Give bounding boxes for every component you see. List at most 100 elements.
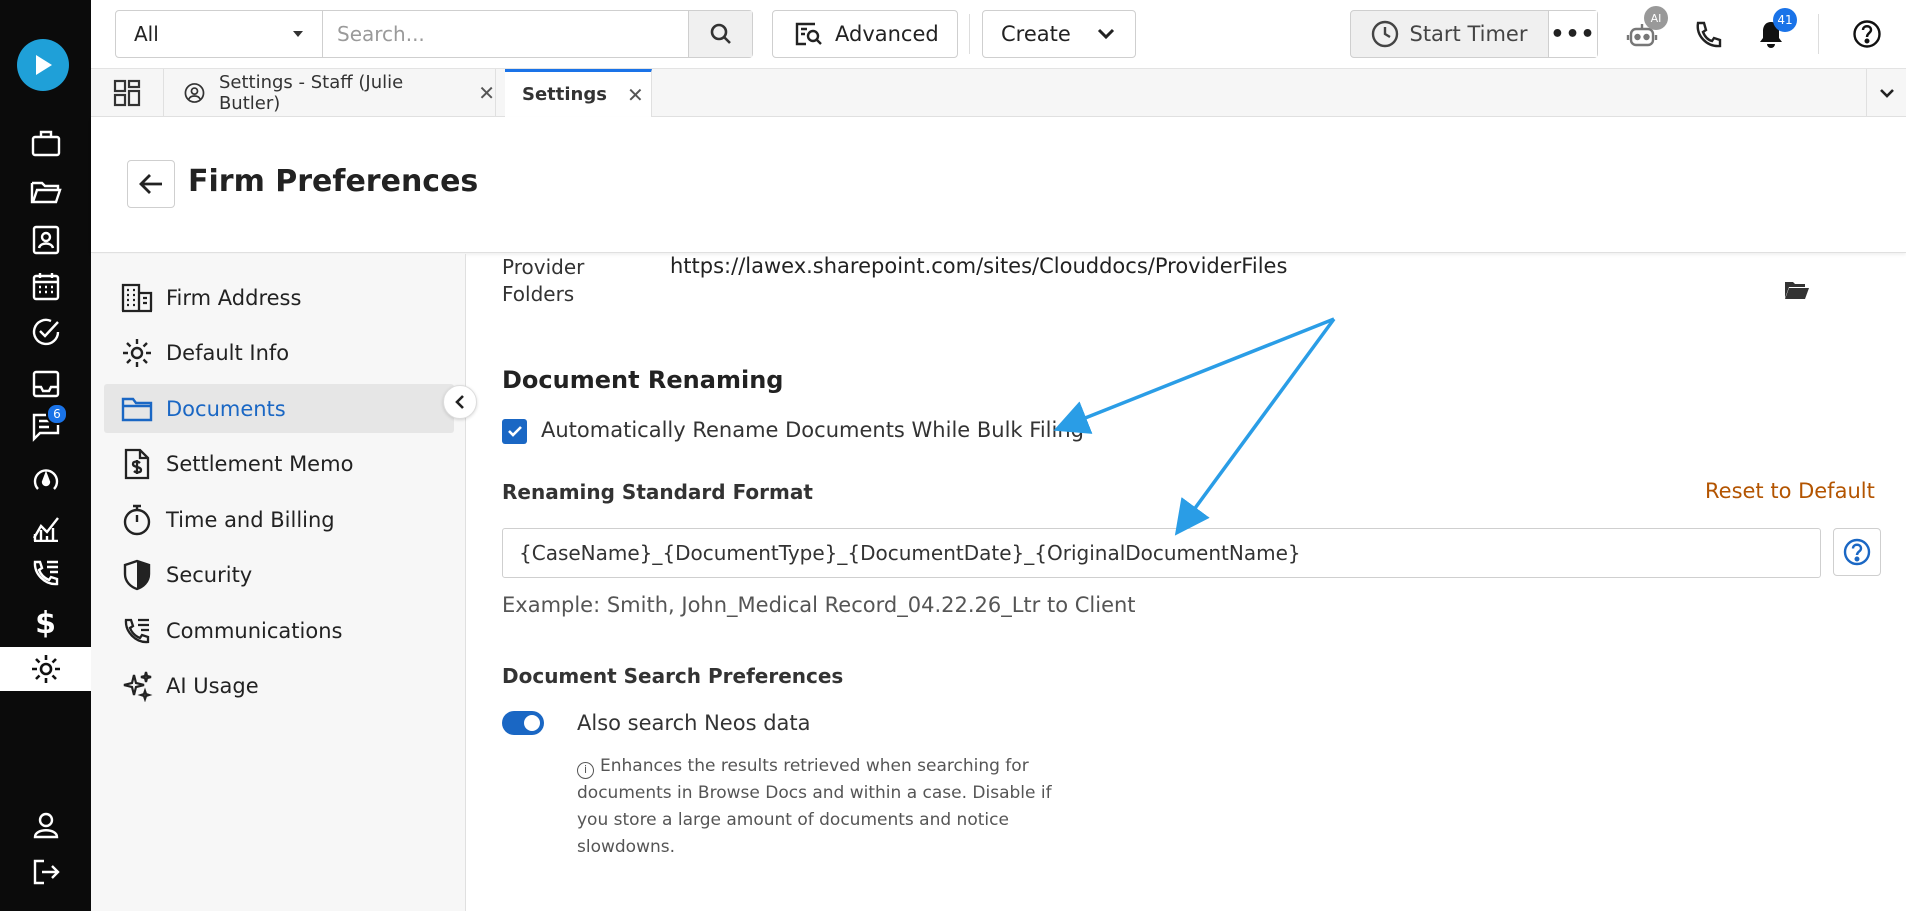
phone-list-icon — [124, 618, 150, 643]
sidenav-item-label: Communications — [166, 618, 343, 643]
caret-down-icon — [293, 31, 303, 37]
create-button[interactable]: Create — [982, 10, 1136, 58]
logout-icon — [33, 859, 60, 885]
left-rail: 6 $ — [0, 0, 91, 911]
rail-settings-button[interactable] — [0, 647, 91, 691]
advanced-search-button[interactable]: Advanced — [772, 10, 958, 58]
global-search: All — [115, 10, 753, 58]
toolbar-divider — [969, 14, 970, 54]
tab-staff-settings[interactable]: Settings - Staff (Julie Butler) ✕ — [164, 69, 496, 117]
ai-assistant-button[interactable]: AI — [1622, 6, 1668, 54]
renaming-format-heading: Renaming Standard Format — [502, 480, 813, 504]
sparkles-icon — [123, 671, 153, 702]
calendar-icon — [32, 273, 59, 301]
sidenav-item-label: Default Info — [166, 340, 290, 365]
toolbar-divider — [1818, 14, 1819, 54]
search-button[interactable] — [688, 11, 752, 57]
tab-label: Settings - Staff (Julie Butler) — [218, 72, 404, 114]
renaming-format-input[interactable] — [502, 528, 1821, 578]
reset-to-default-link[interactable]: Reset to Default — [1705, 479, 1875, 503]
rail-call-log-button[interactable] — [0, 551, 91, 595]
stopwatch-icon — [123, 504, 151, 535]
neos-search-toggle[interactable] — [502, 711, 544, 735]
sidenav-item-label: Settlement Memo — [166, 451, 354, 476]
provider-label-line: Folders — [502, 282, 575, 306]
tab-label: Settings — [522, 84, 607, 105]
rail-documents-button[interactable] — [0, 170, 91, 214]
rail-profile-button[interactable] — [0, 803, 91, 847]
provider-folders-label: Provider Folders — [502, 254, 584, 308]
dollar-icon: $ — [35, 605, 56, 641]
tab-settings[interactable]: Settings ✕ — [505, 69, 652, 117]
neos-help-note: i Enhances the results retrieved when sea… — [577, 753, 1057, 861]
sidenav-item-communications[interactable]: Communications — [104, 606, 454, 655]
rail-contacts-button[interactable] — [0, 218, 91, 262]
chevron-left-icon — [455, 395, 464, 409]
rail-logout-button[interactable] — [0, 850, 91, 894]
tabs-overflow-button[interactable] — [1866, 69, 1906, 117]
advanced-search-icon — [795, 22, 822, 46]
close-icon[interactable]: ✕ — [478, 81, 495, 105]
top-bar: All Advanced Create Start Timer ••• — [91, 0, 1906, 69]
sidenav-item-documents[interactable]: Documents — [104, 384, 454, 433]
timer-group: Start Timer ••• — [1350, 10, 1598, 58]
sidenav-item-label: Security — [166, 562, 253, 587]
back-button[interactable] — [127, 160, 175, 208]
folder-icon — [121, 397, 153, 421]
help-circle-icon — [1853, 20, 1881, 48]
sidenav-item-security[interactable]: Security — [104, 550, 454, 599]
tab-grid-button[interactable] — [91, 69, 164, 117]
auto-rename-checkbox[interactable] — [502, 419, 527, 444]
checkmark-icon — [507, 426, 522, 437]
app-logo-button[interactable] — [17, 39, 69, 91]
document-renaming-heading: Document Renaming — [502, 366, 784, 394]
settings-sidenav: Firm Address Default Info Documents Sett… — [91, 254, 466, 911]
browse-folder-button[interactable] — [1784, 280, 1810, 304]
search-scope-select[interactable]: All — [116, 11, 323, 57]
rail-inbox-button[interactable] — [0, 362, 91, 406]
chevron-down-icon — [1879, 89, 1894, 98]
rail-reports-button[interactable] — [0, 506, 91, 550]
notifications-badge: 41 — [1773, 8, 1797, 32]
collapse-sidenav-button[interactable] — [443, 385, 477, 419]
arrow-left-icon — [139, 174, 162, 194]
page-title: Firm Preferences — [188, 164, 479, 199]
sidenav-item-ai-usage[interactable]: AI Usage — [104, 661, 454, 710]
sidenav-item-firm-address[interactable]: Firm Address — [104, 273, 454, 322]
start-timer-button[interactable]: Start Timer — [1351, 11, 1549, 57]
play-icon — [36, 55, 52, 75]
timer-more-button[interactable]: ••• — [1549, 11, 1597, 57]
rail-cases-button[interactable] — [0, 121, 91, 165]
format-example-text: Example: Smith, John_Medical Record_04.2… — [502, 593, 1136, 617]
sidenav-item-default-info[interactable]: Default Info — [104, 328, 454, 377]
search-icon — [710, 23, 731, 44]
sidenav-item-time-billing[interactable]: Time and Billing — [104, 495, 454, 544]
rail-billing-button[interactable]: $ — [0, 601, 91, 645]
search-input[interactable] — [323, 11, 688, 57]
close-icon[interactable]: ✕ — [627, 83, 644, 107]
help-button[interactable] — [1847, 14, 1887, 54]
contact-card-icon — [32, 225, 59, 255]
help-circle-icon — [1843, 538, 1871, 566]
sidenav-item-label: AI Usage — [166, 673, 259, 698]
rail-tasks-button[interactable] — [0, 310, 91, 354]
folder-open-icon — [1785, 282, 1809, 299]
briefcase-icon — [31, 130, 60, 157]
documents-settings-panel: Provider Folders https://lawex.sharepoin… — [502, 254, 1892, 911]
sidenav-item-label: Documents — [166, 396, 286, 421]
rail-marketing-button[interactable] — [0, 457, 91, 501]
notifications-button[interactable]: 41 — [1751, 8, 1797, 54]
rail-messages-button[interactable]: 6 — [0, 403, 91, 449]
format-help-button[interactable] — [1833, 528, 1881, 576]
phone-button[interactable] — [1688, 14, 1728, 54]
rail-calendar-button[interactable] — [0, 264, 91, 308]
tab-bar: Settings - Staff (Julie Butler) ✕ Settin… — [91, 69, 1906, 117]
drop-gauge-icon — [33, 469, 58, 490]
phone-list-icon — [33, 560, 58, 586]
building-icon — [121, 283, 153, 312]
chevron-down-icon — [1097, 28, 1114, 40]
search-scope-value: All — [134, 22, 159, 46]
sidenav-item-settlement-memo[interactable]: Settlement Memo — [104, 439, 454, 488]
check-circle-icon — [32, 318, 59, 346]
shield-icon — [123, 559, 151, 590]
